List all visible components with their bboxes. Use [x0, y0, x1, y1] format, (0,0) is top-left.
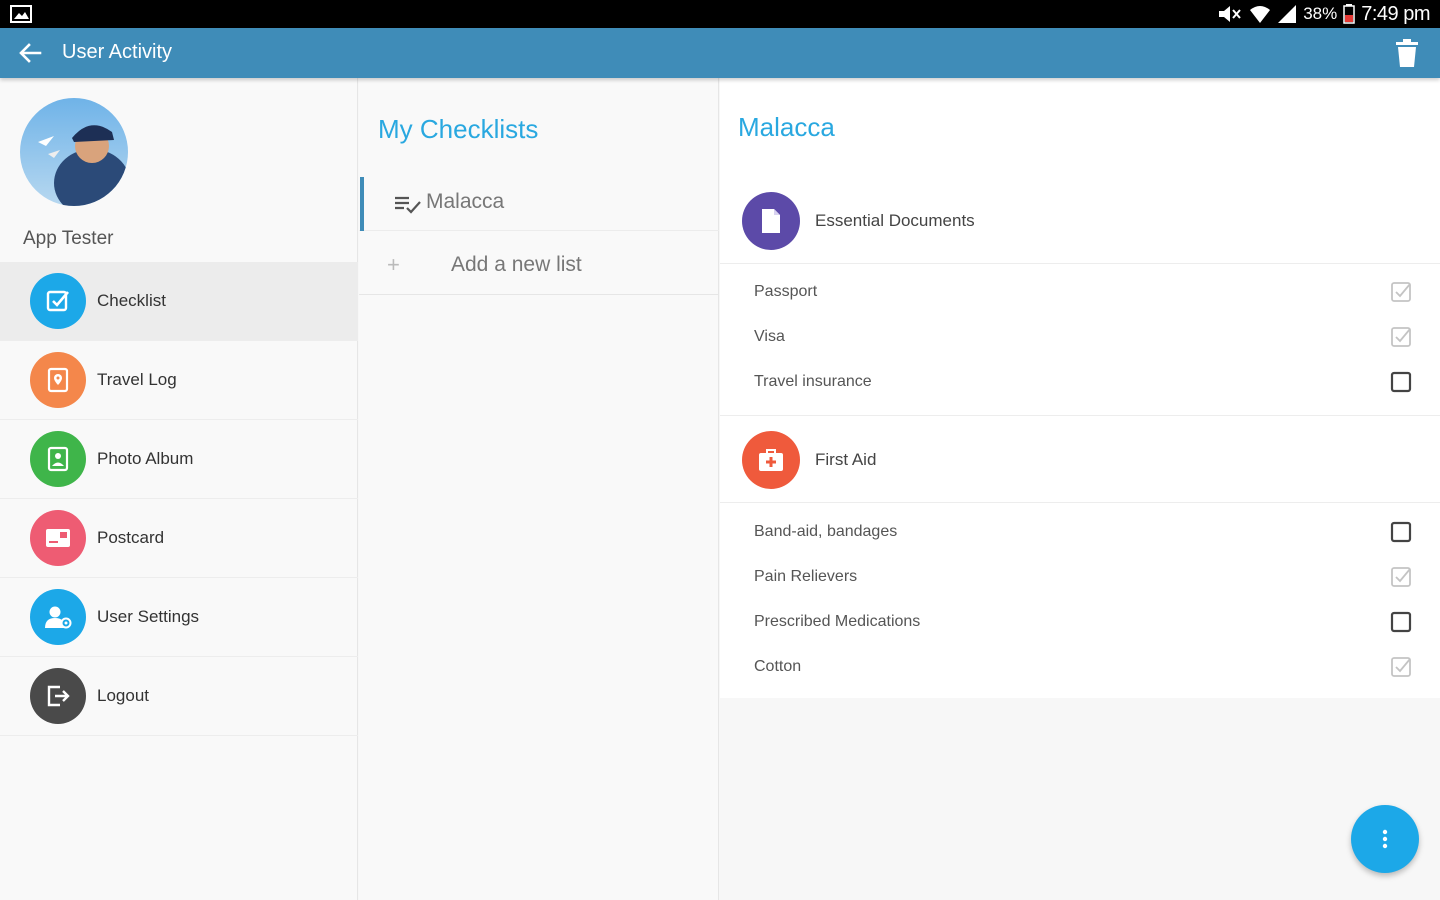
checkbox-checked-icon[interactable] — [1390, 656, 1412, 678]
arrow-left-icon[interactable] — [16, 40, 44, 66]
item-label: Prescribed Medications — [754, 613, 921, 630]
travel-log-icon — [30, 352, 86, 408]
postcard-icon — [30, 510, 86, 566]
status-bar: 38% 7:49 pm — [0, 0, 1440, 28]
avatar-image — [20, 98, 128, 206]
item-label: Pain Relievers — [754, 568, 858, 585]
logout-icon — [30, 668, 86, 724]
avatar[interactable] — [20, 98, 128, 206]
item-label: Visa — [754, 328, 785, 345]
sidebar-item-user-settings[interactable]: User Settings — [0, 578, 358, 657]
checklist-item-passport[interactable]: Passport — [720, 271, 1440, 316]
selection-indicator — [360, 177, 364, 231]
checklist-item-band-aid[interactable]: Band-aid, bandages — [720, 511, 1440, 556]
checklist-item-travel-insurance[interactable]: Travel insurance — [720, 361, 1440, 406]
checklist-card: Malacca Essential Documents Passport Vis… — [720, 78, 1440, 698]
item-label: Passport — [754, 283, 818, 300]
app-bar: User Activity — [0, 28, 1440, 78]
sidebar-item-label: Photo Album — [97, 449, 194, 468]
item-label: Travel insurance — [754, 373, 872, 390]
sidebar-item-checklist[interactable]: Checklist — [0, 262, 358, 341]
sidebar-item-travel-log[interactable]: Travel Log — [0, 341, 358, 420]
list-item-label: Malacca — [426, 190, 505, 213]
signal-icon — [1278, 5, 1297, 23]
sidebar-item-logout[interactable]: Logout — [0, 657, 358, 736]
wifi-icon — [1250, 6, 1271, 23]
checkbox-unchecked-icon[interactable] — [1390, 521, 1412, 543]
sidebar-item-label: Postcard — [97, 528, 165, 547]
checklist-item-visa[interactable]: Visa — [720, 316, 1440, 361]
sidebar-item-postcard[interactable]: Postcard — [0, 499, 358, 578]
checklist-detail: Malacca Essential Documents Passport Vis… — [720, 78, 1440, 900]
battery-percent: 38% — [1303, 4, 1338, 23]
checklist-item-pain-relievers[interactable]: Pain Relievers — [720, 556, 1440, 601]
checkbox-checked-icon[interactable] — [1390, 326, 1412, 348]
checkbox-checked-icon[interactable] — [1390, 281, 1412, 303]
sidebar-item-label: Checklist — [97, 291, 166, 310]
item-label: Cotton — [754, 658, 802, 675]
user-settings-icon — [30, 589, 86, 645]
mute-icon — [1219, 6, 1241, 22]
section-title: First Aid — [815, 450, 877, 469]
sidebar-item-label: Travel Log — [97, 370, 177, 389]
checklists-title: My Checklists — [378, 114, 539, 144]
checklist-item-prescribed-medications[interactable]: Prescribed Medications — [720, 601, 1440, 646]
section-divider — [720, 415, 1440, 416]
section-essential-documents[interactable]: Essential Documents — [720, 180, 1440, 264]
nav-list: Checklist Travel Log Photo Album Postcar… — [0, 262, 358, 736]
plus-icon: + — [387, 252, 400, 277]
checklists-panel: My Checklists Malacca + Add a new list — [359, 78, 719, 900]
first-aid-icon — [742, 431, 800, 489]
checklist-title: Malacca — [738, 112, 835, 142]
user-name: App Tester — [23, 228, 114, 249]
photo-album-icon — [30, 431, 86, 487]
checklist-item-cotton[interactable]: Cotton — [720, 646, 1440, 691]
gallery-icon — [10, 5, 32, 23]
more-vertical-icon — [1382, 829, 1388, 849]
sidebar-item-label: User Settings — [97, 607, 200, 626]
trash-icon[interactable] — [1394, 38, 1420, 68]
status-time: 7:49 pm — [1361, 2, 1430, 25]
battery-low-icon — [1343, 4, 1355, 24]
add-list-label: Add a new list — [451, 253, 582, 276]
checkbox-checked-icon[interactable] — [1390, 566, 1412, 588]
status-icons: 38% 7:49 pm — [1217, 0, 1430, 28]
checklist-icon — [30, 273, 86, 329]
item-label: Band-aid, bandages — [754, 523, 898, 540]
sidebar: App Tester Checklist Travel Log Photo Al… — [0, 78, 358, 900]
sidebar-item-label: Logout — [97, 686, 149, 705]
section-title: Essential Documents — [815, 211, 975, 230]
add-list-button[interactable]: + Add a new list — [359, 233, 719, 295]
checkbox-unchecked-icon[interactable] — [1390, 611, 1412, 633]
more-options-fab[interactable] — [1351, 805, 1419, 873]
sidebar-item-photo-album[interactable]: Photo Album — [0, 420, 358, 499]
list-item-malacca[interactable]: Malacca — [359, 177, 719, 231]
section-first-aid[interactable]: First Aid — [720, 419, 1440, 503]
page-title: User Activity — [62, 41, 173, 63]
checkbox-unchecked-icon[interactable] — [1390, 371, 1412, 393]
document-icon — [742, 192, 800, 250]
playlist-check-icon — [395, 196, 421, 214]
